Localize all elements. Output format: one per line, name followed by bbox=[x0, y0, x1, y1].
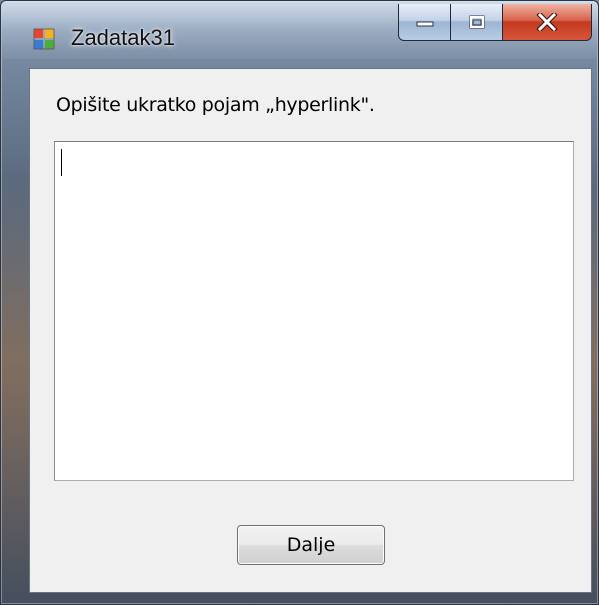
answer-textarea[interactable] bbox=[54, 141, 574, 481]
question-label: Opišite ukratko pojam „hyperlink". bbox=[56, 94, 375, 116]
form-client-area: Opišite ukratko pojam „hyperlink". Dalje bbox=[29, 68, 592, 593]
windows-form-icon bbox=[33, 28, 55, 50]
text-caret bbox=[61, 149, 62, 176]
window-title: Zadatak31 bbox=[71, 25, 175, 50]
title-bar[interactable]: Zadatak31 bbox=[1, 1, 598, 59]
close-button[interactable] bbox=[502, 4, 592, 41]
maximize-button[interactable] bbox=[450, 4, 503, 41]
maximize-icon bbox=[469, 15, 484, 29]
minimize-icon bbox=[416, 21, 433, 27]
minimize-button[interactable] bbox=[398, 4, 451, 41]
close-icon bbox=[536, 13, 558, 31]
app-window: Zadatak31 Opišite ukratko pojam „hyperli… bbox=[0, 0, 599, 605]
next-button[interactable]: Dalje bbox=[237, 525, 385, 565]
